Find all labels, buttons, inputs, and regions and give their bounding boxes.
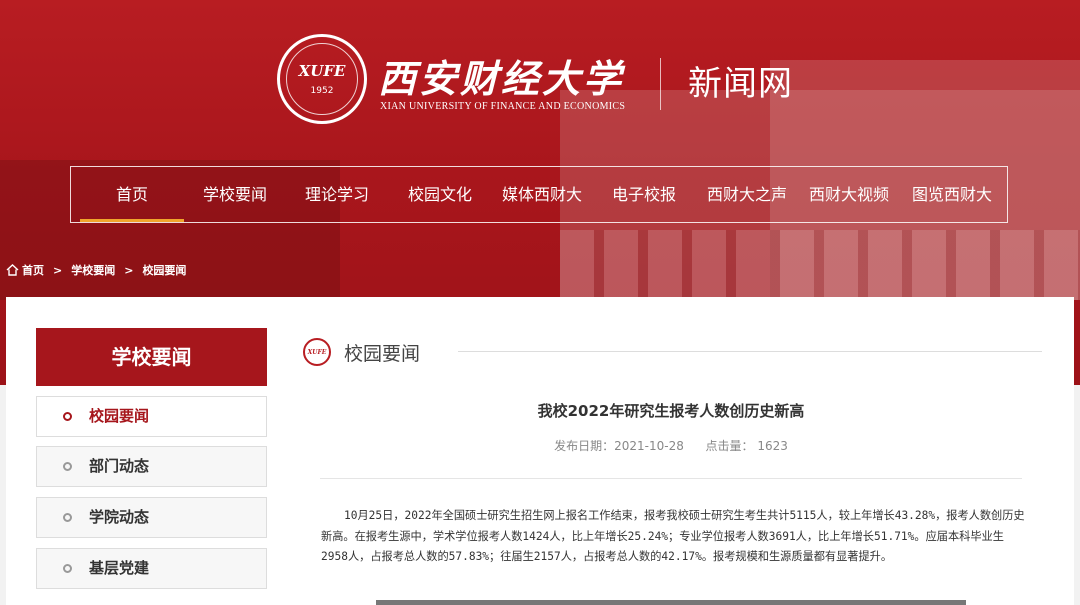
sidebar-item-college-news[interactable]: 学院动态 (36, 497, 267, 538)
article-image (376, 600, 966, 605)
university-name-cn[interactable]: 西安财经大学 (378, 48, 624, 103)
breadcrumb-separator: > (124, 263, 134, 277)
breadcrumb-campus-news[interactable]: 校园要闻 (142, 262, 186, 278)
main-nav: 首页 学校要闻 理论学习 校园文化 媒体西财大 电子校报 西财大之声 西财大视频… (70, 166, 1008, 223)
nav-item-video[interactable]: 西财大视频 (809, 167, 889, 222)
article-title: 我校2022年研究生报考人数创历史新高 (537, 402, 805, 420)
section-badge-text: XUFE (307, 348, 327, 356)
bullet-icon (63, 513, 72, 522)
bullet-icon (63, 412, 72, 421)
sidebar-item-label: 部门动态 (89, 457, 150, 475)
breadcrumb: 首页 > 学校要闻 > 校园要闻 (6, 262, 186, 278)
section-divider (458, 351, 1042, 352)
nav-item-e-paper[interactable]: 电子校报 (612, 167, 676, 222)
breadcrumb-school-news[interactable]: 学校要闻 (71, 262, 115, 278)
university-name-en: XIAN UNIVERSITY OF FINANCE AND ECONOMICS (380, 101, 626, 112)
nav-item-school-news[interactable]: 学校要闻 (203, 167, 267, 222)
article-meta: 发布日期：2021-10-28 点击量： 1623 (300, 437, 1042, 454)
sidebar-item-label: 校园要闻 (89, 407, 150, 425)
article-body: 10月25日，2022年全国硕士研究生招生网上报名工作结束，报考我校硕士研究生考… (321, 509, 1025, 563)
nav-item-campus-culture[interactable]: 校园文化 (408, 167, 472, 222)
home-icon (6, 264, 19, 276)
breadcrumb-home[interactable]: 首页 (22, 262, 44, 278)
sidebar-item-party-building[interactable]: 基层党建 (36, 548, 267, 589)
seal-abbr: XUFE (298, 62, 346, 80)
sidebar-title: 学校要闻 (36, 328, 267, 386)
logo-divider (660, 58, 661, 110)
nav-item-voice[interactable]: 西财大之声 (707, 167, 787, 222)
section-logo-icon: XUFE (303, 338, 331, 366)
hit-count: 1623 (757, 439, 788, 453)
sidebar-item-label: 基层党建 (89, 559, 150, 577)
article-divider (320, 478, 1022, 479)
bullet-icon (63, 564, 72, 573)
bullet-icon (63, 462, 72, 471)
hits-label: 点击量： (705, 439, 754, 453)
banner-building-windows (560, 230, 1080, 300)
nav-item-theory-study[interactable]: 理论学习 (305, 167, 369, 222)
section-title: 校园要闻 (344, 343, 421, 365)
nav-item-gallery[interactable]: 图览西财大 (912, 167, 992, 222)
date-label: 发布日期： (554, 439, 615, 453)
site-title[interactable]: 新闻网 (688, 56, 793, 105)
nav-item-home[interactable]: 首页 (79, 167, 185, 222)
nav-item-media[interactable]: 媒体西财大 (502, 167, 582, 222)
seal-year: 1952 (310, 86, 334, 96)
publish-date: 2021-10-28 (614, 439, 684, 453)
university-seal-logo[interactable]: XUFE 1952 (277, 34, 367, 124)
breadcrumb-separator: > (53, 263, 63, 277)
sidebar-item-campus-news[interactable]: 校园要闻 (36, 396, 267, 437)
sidebar-item-label: 学院动态 (89, 508, 150, 526)
sidebar-item-department-news[interactable]: 部门动态 (36, 446, 267, 487)
